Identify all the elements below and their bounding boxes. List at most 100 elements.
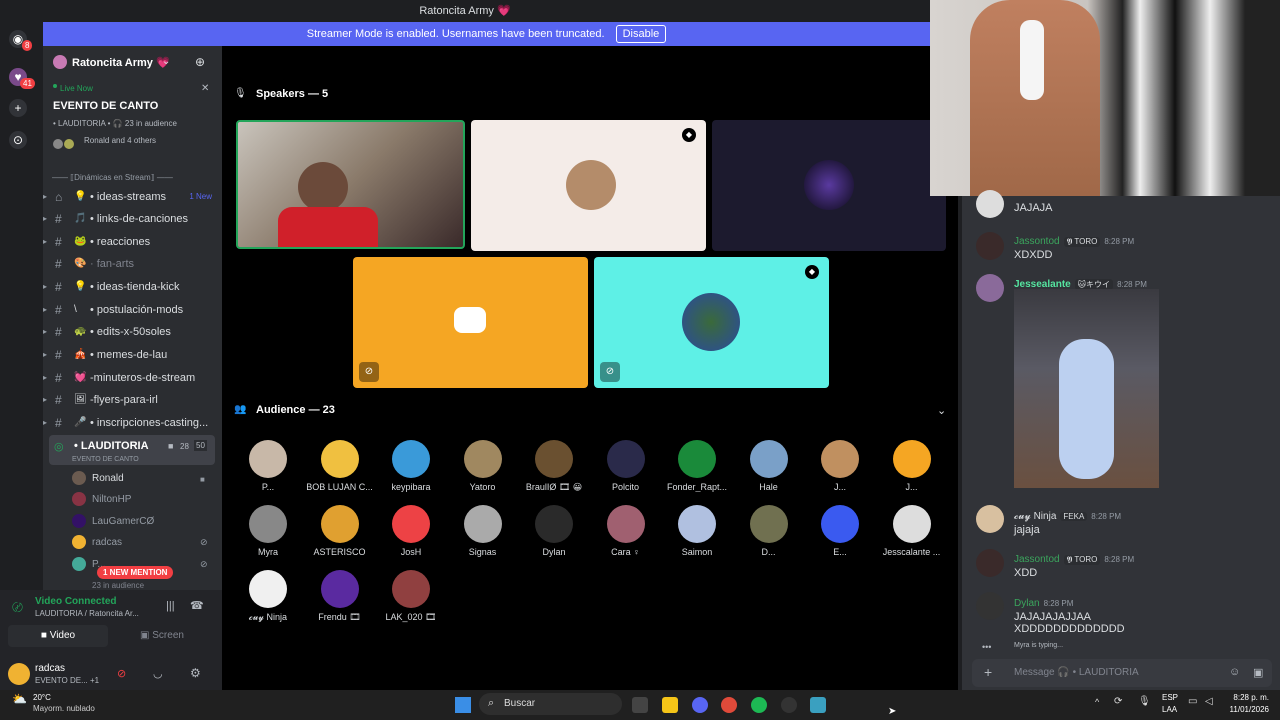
avatar[interactable]	[8, 663, 30, 685]
audience-member[interactable]: J...	[805, 440, 875, 492]
audience-member-name: Saimon	[681, 547, 713, 557]
audience-member[interactable]: E...	[805, 505, 875, 557]
chevron-down-icon[interactable]: ⌄	[937, 404, 946, 417]
chevron-down-icon[interactable]: ⌄	[162, 56, 170, 67]
chrome-icon[interactable]	[721, 697, 737, 713]
voice-channel[interactable]: LAUDITORIA / Ratoncita Ar...	[35, 609, 139, 618]
gift-icon[interactable]: ▣	[1253, 666, 1263, 679]
clock-time[interactable]: 8:28 p. m.	[1224, 693, 1269, 702]
audience-member[interactable]: P...	[233, 440, 303, 492]
channel-flyers-para-irl[interactable]: ▸ # 🖼 -flyers-para-irl	[43, 389, 222, 411]
task-view-icon[interactable]	[632, 697, 648, 713]
audience-member[interactable]: BOB LUJAN C...	[305, 440, 375, 492]
event-name[interactable]: EVENTO DE CANTO	[53, 100, 158, 112]
channel-fan-arts[interactable]: # 🎨 · fan-arts	[43, 253, 222, 275]
audience-member[interactable]: D...	[734, 505, 804, 557]
channel-postulacion-mods[interactable]: ▸ # \ • postulación-mods	[43, 299, 222, 321]
audience-member[interactable]: Frendu 🎞	[305, 570, 375, 623]
microphone-icon[interactable]: 🎙	[1138, 696, 1151, 707]
spotify-icon[interactable]	[751, 697, 767, 713]
speaker-tile[interactable]	[712, 120, 946, 251]
voice-user[interactable]: radcas	[72, 534, 122, 552]
audience-member[interactable]: BraulIØ 🎞 😀	[519, 440, 589, 493]
add-member-icon[interactable]: ⊕	[195, 55, 205, 69]
emoji-icon[interactable]: ☺	[1229, 666, 1240, 678]
mic-off-icon: ⊘	[200, 559, 208, 569]
disable-button[interactable]: Disable	[615, 25, 667, 43]
voice-user[interactable]: LauGamerCØ	[72, 513, 154, 531]
typing-dots-icon: •••	[982, 642, 992, 652]
voice-user[interactable]: Ronald	[72, 470, 124, 488]
monitor-icon[interactable]: ▭	[1188, 696, 1197, 707]
add-attachment-icon[interactable]: +	[984, 664, 992, 680]
audience-member[interactable]: Hale	[734, 440, 804, 492]
audience-member[interactable]: keypibara	[376, 440, 446, 492]
category-header[interactable]: —— ⟦Dinámicas en Stream⟧ ——	[52, 173, 173, 182]
app-icon[interactable]	[810, 697, 826, 713]
headset-image	[1020, 20, 1044, 100]
search-box[interactable]	[479, 693, 622, 715]
speaker-tile[interactable]: ◆	[471, 120, 706, 251]
windows-start-icon[interactable]	[455, 697, 471, 713]
audience-member[interactable]: Jesscalante ...	[877, 505, 947, 557]
audience-member[interactable]: Signas	[448, 505, 518, 557]
obs-icon[interactable]	[781, 697, 797, 713]
home-badge: 8	[22, 40, 33, 51]
audience-member[interactable]: Myra	[233, 505, 303, 557]
gif-attachment[interactable]	[1014, 289, 1159, 488]
channel-minuteros-de-stream[interactable]: ▸ # 💓 -minuteros-de-stream	[43, 367, 222, 389]
channel-inscripciones-casting[interactable]: ▸ # 🎤 • inscripciones-casting...	[43, 412, 222, 434]
language-label[interactable]: ESP	[1162, 693, 1178, 702]
live-dot	[53, 84, 57, 88]
mouse-cursor-icon: ➤	[888, 706, 897, 717]
audience-member[interactable]: LAK_020 🎞	[376, 570, 446, 623]
avatar	[463, 440, 502, 478]
channel-ideas-streams[interactable]: ▸ ⌂ 💡 • ideas-streams 1 New	[43, 186, 222, 208]
audience-member[interactable]: ASTERISCO	[305, 505, 375, 557]
weather-desc[interactable]: Mayorm. nublado	[33, 704, 95, 713]
gear-icon[interactable]: ⚙	[190, 666, 201, 680]
discord-logo-icon	[454, 307, 486, 333]
audience-member[interactable]: J...	[877, 440, 947, 492]
tray-app-icon[interactable]: ⟳	[1114, 696, 1122, 707]
channel-reacciones[interactable]: ▸ # 🐸 • reacciones	[43, 231, 222, 253]
audience-member[interactable]: Saimon	[662, 505, 732, 557]
audience-member[interactable]: 𝓬𝓾𝔂 Ninja	[233, 570, 303, 623]
mic-off-icon[interactable]: ⊘	[117, 667, 126, 680]
add-server-icon[interactable]: +	[9, 99, 27, 117]
avatar	[249, 505, 287, 543]
speaker-video-tile[interactable]	[236, 120, 465, 249]
voice-status[interactable]: Video Connected	[35, 596, 117, 607]
channel-ideas-tienda-kick[interactable]: ▸ # 💡 • ideas-tienda-kick	[43, 276, 222, 298]
tray-chevron-icon[interactable]: ^	[1095, 697, 1099, 707]
voice-user[interactable]: NiltonHP	[72, 491, 131, 509]
screen-button[interactable]: ▣ Screen	[112, 625, 212, 647]
headphones-icon[interactable]: ◡	[153, 667, 163, 680]
language-sub[interactable]: LAA	[1162, 705, 1177, 714]
file-explorer-icon[interactable]	[662, 697, 678, 713]
audience-member[interactable]: Yatoro	[448, 440, 518, 492]
speaker-tile[interactable]: ◆ ⊘	[594, 257, 829, 388]
speaker-tile[interactable]: ⊘	[353, 257, 588, 388]
explore-icon[interactable]: ⊙	[9, 131, 27, 149]
discord-taskbar-icon[interactable]	[692, 697, 708, 713]
audience-member[interactable]: Dylan	[519, 505, 589, 557]
audience-member[interactable]: Cara ♀	[591, 505, 661, 557]
audience-member[interactable]: Fonder_Rapt...	[662, 440, 732, 492]
audience-member[interactable]: JosH	[376, 505, 446, 557]
soundboard-icon[interactable]: |||	[166, 600, 175, 612]
new-mention-pill[interactable]: 1 NEW MENTION	[97, 566, 174, 579]
channel-edits-x-50soles[interactable]: ▸ # 🐢 • edits-x-50soles	[43, 321, 222, 343]
weather-temp[interactable]: 20°C	[33, 693, 51, 702]
video-button[interactable]: ■ Video	[8, 625, 108, 647]
clock-date[interactable]: 11/01/2026	[1224, 705, 1269, 714]
audience-member[interactable]: Polcito	[591, 440, 661, 492]
audience-member-name: Myra	[258, 547, 278, 557]
channel-links-de-canciones[interactable]: ▸ # 🎵 • links-de-canciones	[43, 208, 222, 230]
channel-memes-de-lau[interactable]: ▸ # 🎪 • memes-de-lau	[43, 344, 222, 366]
disconnect-icon[interactable]: ☎	[190, 599, 204, 612]
close-icon[interactable]: ✕	[201, 83, 209, 94]
webcam-overlay	[930, 0, 1280, 196]
speaker-icon[interactable]: ◁	[1205, 696, 1213, 707]
server-name[interactable]: Ratoncita Army 💗	[72, 56, 170, 69]
